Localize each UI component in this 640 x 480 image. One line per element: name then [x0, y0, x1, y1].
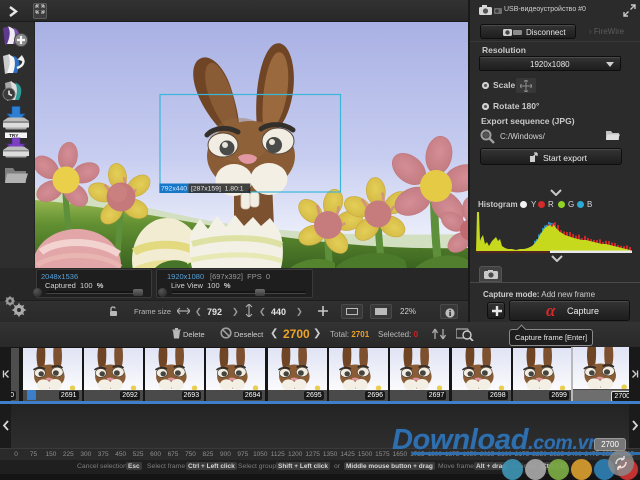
svg-text:792x440: 792x440 — [161, 186, 187, 193]
svg-text:[287x159] 1.80:1: [287x159] 1.80:1 — [191, 186, 244, 193]
